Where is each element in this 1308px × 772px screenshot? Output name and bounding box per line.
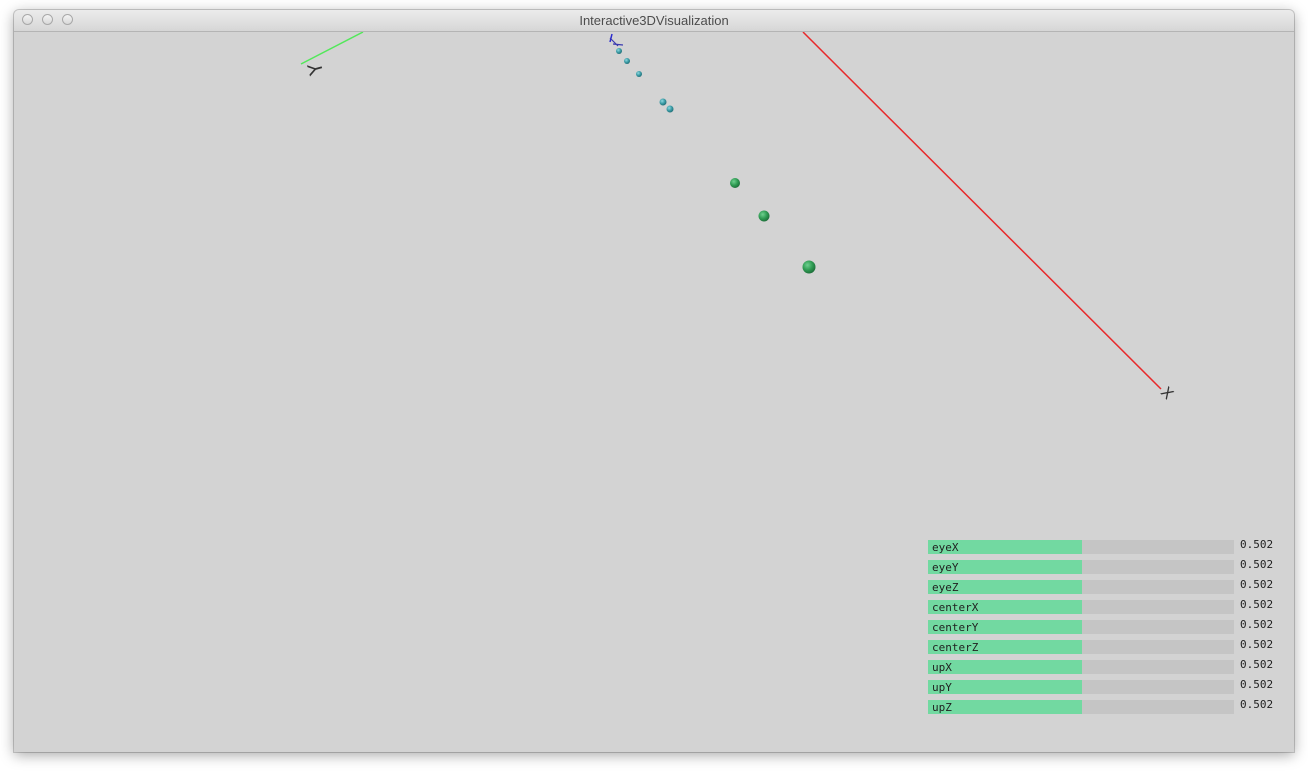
slider-label: eyeY [932, 561, 959, 574]
slider-value: 0.502 [1240, 558, 1274, 571]
data-point [802, 260, 816, 274]
slider-eyeZ[interactable]: eyeZ 0.502 [928, 578, 1290, 594]
slider-label: eyeX [932, 541, 959, 554]
data-point [730, 178, 740, 188]
slider-value: 0.502 [1240, 678, 1274, 691]
data-point [624, 58, 630, 64]
slider-value: 0.502 [1240, 698, 1274, 711]
slider-value: 0.502 [1240, 538, 1274, 551]
window-title: Interactive3DVisualization [579, 13, 729, 28]
x-axis-line [802, 32, 1162, 390]
slider-value: 0.502 [1240, 598, 1274, 611]
slider-upY[interactable]: upY 0.502 [928, 678, 1290, 694]
slider-value: 0.502 [1240, 658, 1274, 671]
data-points [616, 48, 816, 274]
title-bar[interactable]: Interactive3DVisualization [14, 10, 1294, 32]
data-point [616, 48, 622, 54]
data-point [636, 71, 642, 77]
slider-upZ[interactable]: upZ 0.502 [928, 698, 1290, 714]
data-point [659, 98, 667, 106]
slider-centerZ[interactable]: centerZ 0.502 [928, 638, 1290, 654]
slider-label: upY [932, 681, 952, 694]
y-axis-label: Y [304, 60, 329, 78]
x-axis-label: X [1157, 383, 1177, 403]
slider-value: 0.502 [1240, 638, 1274, 651]
slider-label: upZ [932, 701, 952, 714]
slider-label: centerX [932, 601, 979, 614]
visualization-canvas[interactable]: X Y eyeX 0.502 eyeY 0.502 eyeZ 0.502 cen… [14, 32, 1294, 752]
data-point [758, 210, 770, 222]
z-axis-marker [609, 37, 624, 47]
slider-centerX[interactable]: centerX 0.502 [928, 598, 1290, 614]
app-window: Interactive3DVisualization X Y eyeX 0.50… [14, 10, 1294, 752]
slider-eyeX[interactable]: eyeX 0.502 [928, 538, 1290, 554]
slider-upX[interactable]: upX 0.502 [928, 658, 1290, 674]
slider-centerY[interactable]: centerY 0.502 [928, 618, 1290, 634]
slider-label: upX [932, 661, 952, 674]
data-point [666, 105, 674, 113]
slider-eyeY[interactable]: eyeY 0.502 [928, 558, 1290, 574]
slider-label: eyeZ [932, 581, 959, 594]
slider-label: centerZ [932, 641, 979, 654]
slider-value: 0.502 [1240, 618, 1274, 631]
slider-label: centerY [932, 621, 979, 634]
slider-value: 0.502 [1240, 578, 1274, 591]
y-axis-line [300, 32, 364, 65]
